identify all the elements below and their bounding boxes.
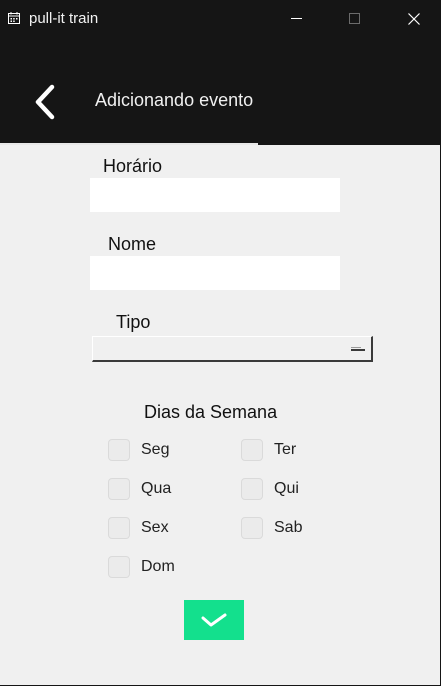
day-sex[interactable]: Sex: [108, 516, 169, 540]
checkmark-icon: [201, 613, 227, 627]
checkbox-qui[interactable]: [241, 478, 263, 500]
maximize-button[interactable]: [326, 0, 384, 38]
checkbox-dom[interactable]: [108, 556, 130, 578]
day-dom[interactable]: Dom: [108, 555, 175, 579]
day-qua[interactable]: Qua: [108, 477, 171, 501]
chevron-left-icon: [35, 84, 55, 120]
checkbox-qua[interactable]: [108, 478, 130, 500]
day-seg[interactable]: Seg: [108, 438, 169, 462]
tipo-label: Tipo: [116, 312, 151, 332]
days-title: Dias da Semana: [144, 402, 278, 422]
close-button[interactable]: [385, 0, 441, 38]
form-panel: Horário Nome Tipo Dias da Semana Seg Ter…: [0, 145, 440, 685]
window-title: pull-it train: [29, 10, 99, 27]
day-label-qui: Qui: [274, 480, 299, 497]
confirm-button[interactable]: [184, 600, 244, 640]
checkbox-sab[interactable]: [241, 517, 263, 539]
horario-label: Horário: [103, 156, 163, 176]
checkbox-ter[interactable]: [241, 439, 263, 461]
day-label-seg: Seg: [141, 441, 170, 458]
page-header: Adicionando evento: [0, 38, 441, 145]
app-window: pull-it train Adicionando evento Horário…: [0, 0, 441, 686]
day-label-sex: Sex: [141, 519, 169, 536]
minimize-icon: [291, 18, 302, 19]
close-icon: [408, 13, 420, 25]
day-label-sab: Sab: [274, 519, 303, 536]
checkbox-seg[interactable]: [108, 439, 130, 461]
horario-input[interactable]: [90, 178, 340, 212]
minimize-button[interactable]: [268, 0, 326, 38]
day-label-ter: Ter: [274, 441, 297, 458]
day-qui[interactable]: Qui: [241, 477, 299, 501]
page-title: Adicionando evento: [95, 90, 254, 110]
nome-input[interactable]: [90, 256, 340, 290]
day-label-dom: Dom: [141, 558, 175, 575]
maximize-icon: [349, 13, 360, 24]
day-ter[interactable]: Ter: [241, 438, 296, 462]
checkbox-sex[interactable]: [108, 517, 130, 539]
calendar-icon: [8, 12, 20, 24]
title-bar: pull-it train: [0, 0, 441, 38]
nome-label: Nome: [108, 234, 157, 254]
day-label-qua: Qua: [141, 480, 172, 497]
tipo-select[interactable]: [92, 336, 373, 362]
day-sab[interactable]: Sab: [241, 516, 302, 540]
dropdown-indicator-icon: [351, 347, 365, 351]
back-button[interactable]: [24, 80, 66, 124]
